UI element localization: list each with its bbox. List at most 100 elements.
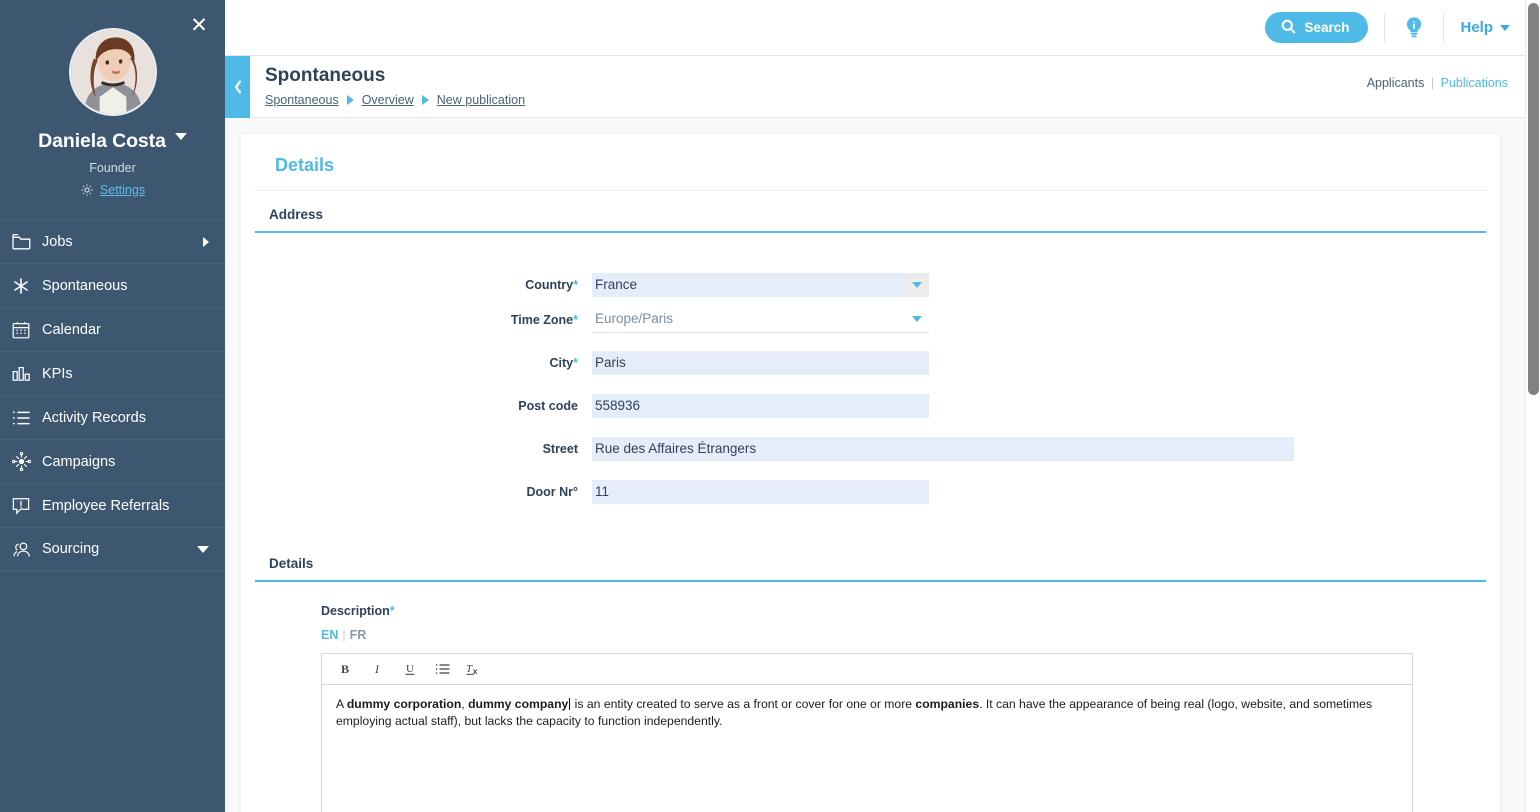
gear-icon: [80, 183, 94, 197]
editor-content[interactable]: A dummy corporation, dummy company is an…: [322, 685, 1412, 807]
svg-text:I: I: [374, 662, 380, 676]
breadcrumb-item-3[interactable]: New publication: [437, 93, 525, 107]
text-run-bold: dummy company: [468, 697, 569, 711]
sidebar-item-label: Calendar: [42, 321, 101, 338]
folder-icon: [12, 233, 42, 250]
text-run-bold: dummy corporation: [346, 697, 462, 711]
rich-text-editor: B I U T x A dummy corporation, dummy com…: [321, 653, 1413, 812]
calendar-icon: [12, 321, 42, 339]
country-select[interactable]: France: [592, 273, 929, 297]
user-name: Daniela Costa: [38, 130, 166, 152]
country-value: France: [592, 273, 905, 297]
sidebar-item-campaigns[interactable]: Campaigns: [0, 439, 225, 483]
sidebar-item-label: Jobs: [42, 233, 73, 250]
applicants-link[interactable]: Applicants: [1367, 76, 1425, 90]
help-menu[interactable]: Help: [1460, 19, 1510, 36]
street-input[interactable]: Rue des Affaires Étrangers: [592, 437, 1294, 461]
field-row-country: Country* France: [255, 273, 1486, 297]
svg-text:B: B: [341, 662, 349, 676]
lang-en-tab[interactable]: EN: [321, 628, 338, 642]
remove-format-icon[interactable]: T x: [463, 658, 485, 680]
timezone-select-wrap: Europe/Paris: [592, 307, 929, 333]
editor-toolbar: B I U T x: [322, 654, 1412, 685]
caret-down-icon: [912, 316, 922, 322]
megaphone-icon: [12, 497, 42, 515]
search-button[interactable]: Search: [1265, 12, 1369, 43]
divider: [1443, 12, 1445, 43]
italic-icon[interactable]: I: [367, 658, 389, 680]
timezone-label: Time Zone*: [510, 313, 578, 327]
details-section-heading: Details: [255, 556, 1486, 582]
address-section-heading: Address: [255, 207, 1486, 233]
sidebar-item-jobs[interactable]: Jobs: [0, 219, 225, 263]
lang-separator: |: [342, 628, 346, 642]
svg-text:T: T: [466, 663, 473, 675]
main-area: Search Help Spontaneous Spontaneous Over…: [225, 0, 1540, 812]
avatar: [68, 28, 157, 116]
app-root: ✕ Daniela Costa Founder Settings Jobs Sp…: [0, 0, 1540, 812]
link-separator: |: [1430, 76, 1435, 90]
chevron-down-icon[interactable]: [174, 133, 187, 140]
network-icon: [12, 452, 42, 471]
users-icon: [12, 541, 42, 558]
page-header-inner: Spontaneous Spontaneous Overview New pub…: [225, 65, 525, 107]
breadcrumb-item-2[interactable]: Overview: [362, 93, 414, 107]
settings-link-row[interactable]: Settings: [0, 183, 225, 197]
required-asterisk: *: [573, 278, 578, 292]
door-nr-label: Door Nr°: [526, 485, 578, 499]
sidebar-item-employee-referrals[interactable]: Employee Referrals: [0, 483, 225, 527]
city-input[interactable]: Paris: [592, 351, 929, 375]
text-run-bold: companies: [915, 697, 980, 711]
list-icon: [12, 410, 42, 426]
sidebar-item-kpis[interactable]: KPIs: [0, 351, 225, 395]
sidebar-item-spontaneous[interactable]: Spontaneous: [0, 263, 225, 307]
timezone-select[interactable]: Europe/Paris: [592, 307, 929, 331]
city-label: City*: [549, 356, 579, 370]
search-button-label: Search: [1304, 20, 1350, 35]
breadcrumb-arrow-icon: [346, 94, 354, 105]
lightbulb-info-icon[interactable]: [1401, 15, 1427, 41]
arrow-down-icon: [197, 545, 209, 553]
arrow-right-icon: [203, 236, 209, 247]
timezone-underline: [592, 332, 929, 333]
editor-empty-space[interactable]: [322, 807, 1412, 812]
field-row-door-nr: Door Nr° 11: [255, 480, 1486, 504]
bullet-list-icon[interactable]: [431, 658, 453, 680]
content-scroll-area[interactable]: Details Address Country* France Time Zon…: [225, 118, 1540, 812]
timezone-dropdown-button[interactable]: [905, 307, 929, 331]
breadcrumb-item-1[interactable]: Spontaneous: [265, 93, 339, 107]
sidebar-item-sourcing[interactable]: Sourcing: [0, 527, 225, 571]
field-row-street: Street Rue des Affaires Étrangers: [255, 437, 1486, 461]
publications-link[interactable]: Publications: [1441, 76, 1508, 90]
magnifier-icon: [1281, 19, 1296, 37]
topbar: Search Help: [225, 0, 1540, 56]
scrollbar-thumb[interactable]: [1528, 3, 1539, 395]
postcode-label: Post code: [518, 399, 578, 413]
underline-icon[interactable]: U: [399, 658, 421, 680]
collapse-sidebar-button[interactable]: [225, 56, 250, 118]
page-header: Spontaneous Spontaneous Overview New pub…: [225, 56, 1540, 118]
vertical-scrollbar[interactable]: [1525, 0, 1540, 812]
lang-fr-tab[interactable]: FR: [350, 628, 367, 642]
sidebar-item-label: Employee Referrals: [42, 497, 170, 514]
language-toggle: EN | FR: [321, 628, 1486, 642]
postcode-input[interactable]: 558936: [592, 394, 929, 418]
bold-icon[interactable]: B: [335, 658, 357, 680]
page-header-links: Applicants | Publications: [1367, 76, 1508, 90]
help-label: Help: [1460, 19, 1493, 36]
sidebar-item-calendar[interactable]: Calendar: [0, 307, 225, 351]
editor-paragraph: A dummy corporation, dummy company is an…: [336, 696, 1398, 729]
sidebar-item-label: Campaigns: [42, 453, 116, 470]
user-menu[interactable]: Daniela Costa: [0, 116, 225, 153]
country-dropdown-button[interactable]: [905, 273, 929, 297]
required-asterisk: *: [389, 604, 395, 618]
close-icon[interactable]: ✕: [187, 15, 211, 39]
street-label: Street: [542, 442, 578, 456]
text-run: is an entity created to serve as a front…: [571, 697, 916, 711]
settings-link[interactable]: Settings: [100, 183, 145, 197]
sidebar-item-activity-records[interactable]: Activity Records: [0, 395, 225, 439]
caret-down-icon: [912, 282, 922, 288]
door-nr-input[interactable]: 11: [592, 480, 929, 504]
sidebar-nav: Jobs Spontaneous Calendar KPIs Activity …: [0, 219, 225, 571]
chevron-left-icon: [233, 79, 243, 95]
